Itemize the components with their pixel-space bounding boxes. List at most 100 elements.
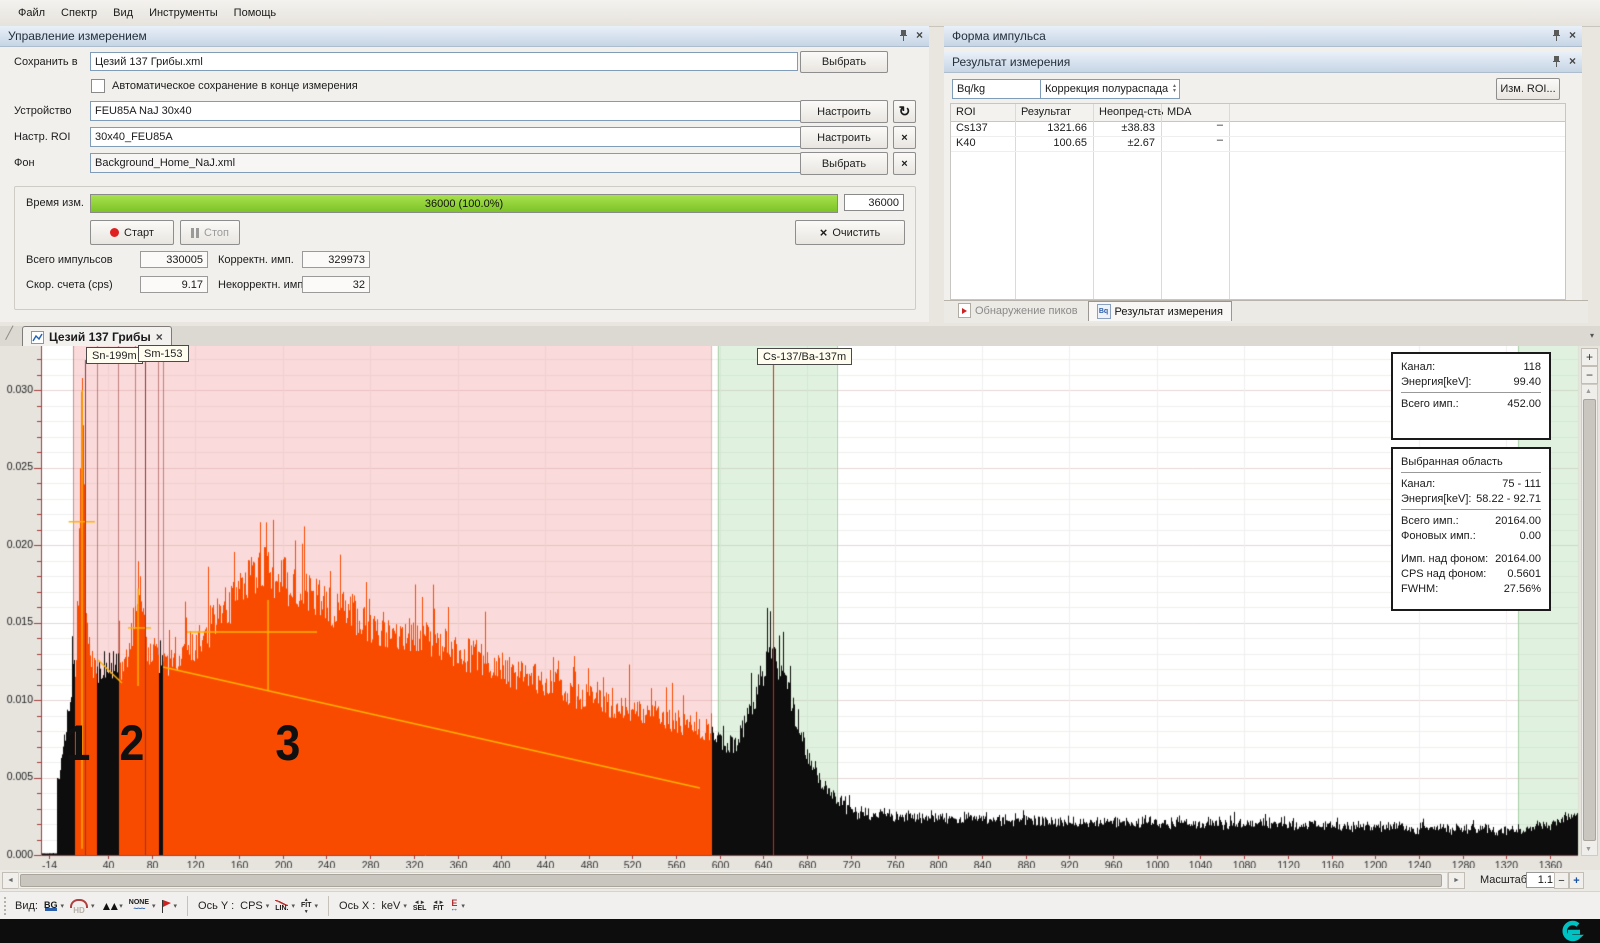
- scroll-up-icon[interactable]: ▲: [1585, 388, 1592, 395]
- correction-combobox[interactable]: Коррекция полураспада ▲▼: [1040, 79, 1180, 99]
- chevron-down-icon[interactable]: ▾: [315, 902, 319, 910]
- chevron-down-icon[interactable]: ▾: [292, 902, 296, 910]
- x-fit-button[interactable]: ◄►FIT: [432, 900, 444, 912]
- horizontal-scrollbar[interactable]: [18, 872, 1448, 889]
- col-mda[interactable]: MDA: [1167, 106, 1191, 118]
- zoom-in-button[interactable]: +: [1581, 348, 1598, 366]
- close-icon[interactable]: ×: [916, 29, 923, 41]
- table-row[interactable]: K40 100.65 ±2.67 –: [951, 136, 1565, 152]
- time-input[interactable]: 36000: [844, 194, 904, 211]
- cursor-channel-value: 118: [1523, 361, 1541, 373]
- menu-help[interactable]: Помощь: [226, 4, 285, 23]
- unit-combobox[interactable]: Bq/kg ▲▼: [952, 79, 1052, 99]
- roi-combobox[interactable]: 30x40_FEU85A ▲▼: [90, 127, 808, 147]
- y-scale-select[interactable]: LIN. ▾: [275, 900, 295, 912]
- refresh-device-button[interactable]: ↻: [893, 100, 916, 123]
- col-uncertainty[interactable]: Неопред-сть: [1099, 106, 1163, 118]
- arrow-down-icon: ▼: [304, 909, 309, 915]
- cell-uncertainty: ±2.67: [1099, 137, 1155, 149]
- cursor-energy-label: Энергия[keV]:: [1401, 376, 1471, 388]
- y-fit-button[interactable]: ▲FIT▼ ▾: [301, 897, 318, 915]
- background-input[interactable]: Background_Home_NaJ.xml: [90, 153, 806, 173]
- peak-tag-sn199m[interactable]: Sn-199m: [86, 347, 143, 364]
- horizontal-scroll-thumb[interactable]: [20, 874, 1442, 887]
- pin-icon[interactable]: [899, 30, 908, 41]
- spinner-icon[interactable]: ▲▼: [1172, 82, 1177, 96]
- toolbar-grip[interactable]: [4, 897, 9, 915]
- chevron-down-icon[interactable]: ▾: [119, 902, 123, 910]
- progress-text: 36000 (100.0%): [91, 195, 837, 212]
- configure-device-button[interactable]: Настроить: [800, 100, 888, 123]
- menu-view[interactable]: Вид: [105, 4, 141, 23]
- chevron-down-icon[interactable]: ▾: [403, 902, 407, 910]
- chevron-down-icon[interactable]: ▾: [461, 902, 465, 910]
- divider: [1401, 509, 1541, 510]
- pin-icon[interactable]: [1552, 30, 1561, 41]
- y-unit-select[interactable]: CPS ▾: [240, 900, 269, 912]
- pulse-shape-panel: Форма импульса × Результат измерения × B…: [944, 26, 1582, 322]
- vertical-scroll-thumb[interactable]: [1583, 399, 1596, 841]
- clear-roi-button[interactable]: ×: [893, 126, 916, 149]
- col-result[interactable]: Результат: [1021, 106, 1071, 118]
- scroll-right-button[interactable]: ►: [1448, 872, 1465, 889]
- peaks-view-button[interactable]: ▲▲ ▾: [101, 899, 123, 913]
- tab-list-dropdown-icon[interactable]: ▾: [1590, 331, 1594, 340]
- background-toggle-button[interactable]: BG ▾: [44, 902, 64, 911]
- chevron-down-icon[interactable]: ▾: [60, 902, 64, 910]
- clear-background-button[interactable]: ×: [893, 152, 916, 175]
- cell-mda: –: [1167, 134, 1223, 146]
- stop-button[interactable]: Стоп: [180, 220, 240, 245]
- selection-bg-value: 0.00: [1520, 530, 1541, 542]
- selection-cps-label: CPS над фоном:: [1401, 568, 1486, 580]
- zoom-out-button[interactable]: −: [1581, 366, 1598, 384]
- vertical-scrollbar[interactable]: ▲ ▼: [1581, 384, 1598, 856]
- chevron-down-icon[interactable]: ▾: [152, 902, 156, 910]
- cursor-total-value: 452.00: [1507, 398, 1541, 410]
- choose-file-button[interactable]: Выбрать: [800, 51, 888, 73]
- spectrum-canvas[interactable]: [0, 346, 1600, 868]
- close-tab-icon[interactable]: ×: [156, 331, 163, 343]
- x-sel-button[interactable]: ◄►SEL: [413, 900, 427, 912]
- pin-icon[interactable]: [1552, 56, 1561, 67]
- spectrum-tab-label: Цезий 137 Грибы: [49, 330, 151, 344]
- device-combobox[interactable]: FEU85A NaJ 30x40 ▲▼: [90, 101, 808, 121]
- smoothing-button[interactable]: NONE~~~ ▾: [129, 900, 156, 912]
- x-energy-button[interactable]: E↔ ▾: [450, 900, 465, 912]
- scale-label: Масштаб: [1480, 874, 1527, 886]
- clear-button[interactable]: × Очистить: [795, 220, 905, 245]
- close-icon[interactable]: ×: [1569, 29, 1576, 41]
- markers-button[interactable]: ▾: [162, 900, 178, 913]
- x-unit-select[interactable]: keV ▾: [381, 900, 406, 912]
- edit-roi-button[interactable]: Изм. ROI...: [1496, 78, 1560, 100]
- tab-peak-detection[interactable]: Обнаружение пиков: [950, 301, 1086, 320]
- menu-file[interactable]: Файл: [10, 4, 53, 23]
- menu-bar: Файл Спектр Вид Инструменты Помощь: [0, 0, 1600, 27]
- chevron-down-icon[interactable]: ▾: [91, 902, 95, 910]
- autosave-checkbox[interactable]: [91, 79, 105, 93]
- scroll-down-icon[interactable]: ▼: [1585, 846, 1592, 853]
- close-icon: ×: [901, 132, 907, 144]
- tab-measurement-result[interactable]: Bq Результат измерения: [1088, 301, 1232, 321]
- start-button[interactable]: Старт: [90, 220, 174, 245]
- spectrum-tab[interactable]: Цезий 137 Грибы ×: [22, 326, 172, 347]
- peak-tag-cs137[interactable]: Cs-137/Ba-137m: [757, 348, 852, 365]
- menu-tools[interactable]: Инструменты: [141, 4, 226, 23]
- save-to-input[interactable]: Цезий 137 Грибы.xml: [90, 52, 798, 71]
- table-row[interactable]: Cs137 1321.66 ±38.83 –: [951, 121, 1565, 137]
- scale-minus-button[interactable]: −: [1554, 872, 1569, 889]
- close-icon[interactable]: ×: [1569, 55, 1576, 67]
- hd-toggle-button[interactable]: HD ▾: [70, 899, 95, 914]
- peak-tag-sm153[interactable]: Sm-153: [138, 345, 189, 362]
- scroll-left-button[interactable]: ◄: [2, 872, 19, 889]
- choose-background-button[interactable]: Выбрать: [800, 152, 888, 175]
- chevron-down-icon[interactable]: ▾: [266, 902, 270, 910]
- toolbar-separator: [328, 896, 329, 916]
- scale-plus-button[interactable]: +: [1569, 872, 1584, 889]
- configure-roi-button[interactable]: Настроить: [800, 126, 888, 149]
- chevron-down-icon[interactable]: ▾: [174, 902, 178, 910]
- bottom-bar: [0, 919, 1600, 943]
- roi-value: 30x40_FEU85A: [95, 131, 173, 143]
- table-header-row: ROI Результат Неопред-сть MDA: [951, 104, 1565, 122]
- col-roi[interactable]: ROI: [956, 106, 976, 118]
- menu-spectrum[interactable]: Спектр: [53, 4, 105, 23]
